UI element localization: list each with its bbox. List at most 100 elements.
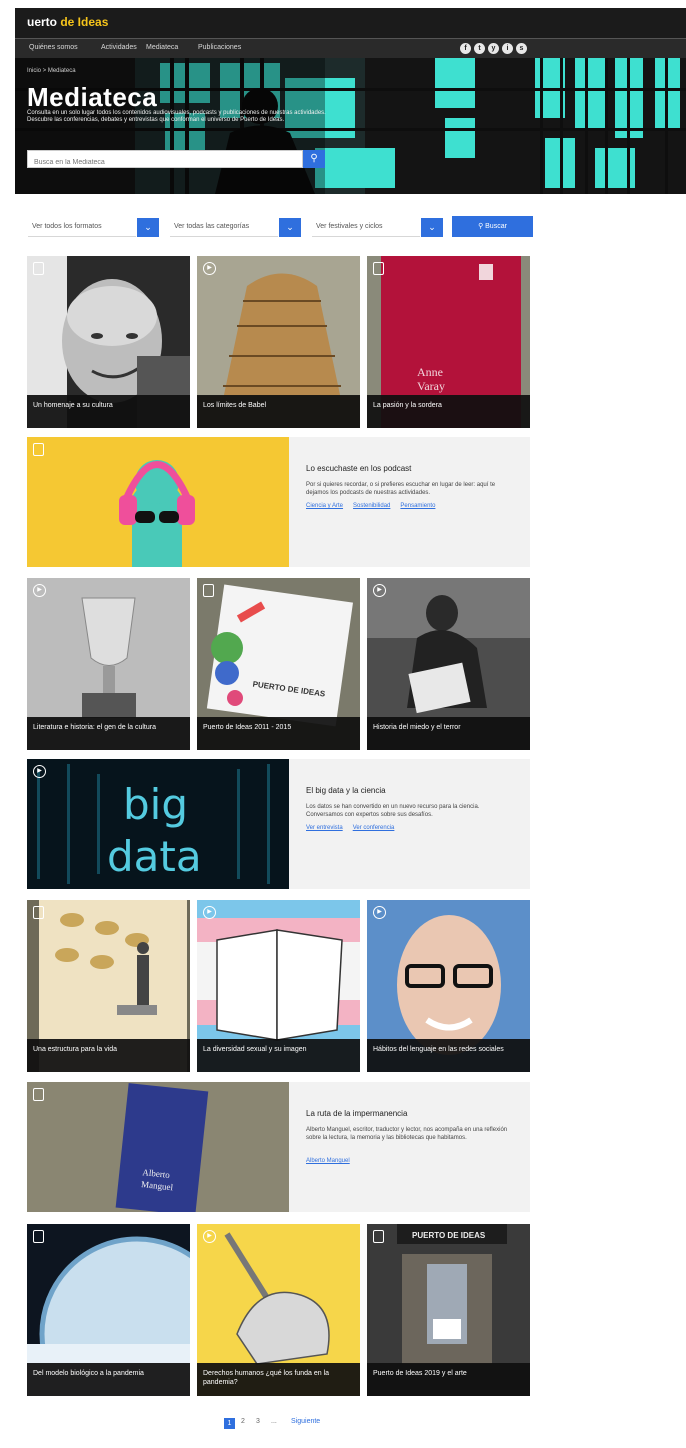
- media-card[interactable]: ▶ Literatura e historia: el gen de la cu…: [27, 578, 190, 750]
- search-button[interactable]: ⚲: [303, 150, 325, 168]
- svg-text:Varay: Varay: [417, 379, 445, 393]
- feature-card[interactable]: Lo escuchaste en los podcast Por si quie…: [27, 437, 530, 567]
- play-icon: ▶: [203, 906, 216, 919]
- format-filter[interactable]: Ver todos los formatos: [28, 218, 136, 237]
- document-icon: [33, 262, 44, 275]
- search-input[interactable]: [28, 154, 302, 171]
- pagination-next[interactable]: Siguiente: [291, 1418, 320, 1425]
- feature-title: El big data y la ciencia: [306, 786, 386, 795]
- festival-filter-dropdown-button[interactable]: ⌄: [421, 218, 443, 237]
- nav-publicaciones[interactable]: Publicaciones: [198, 44, 241, 51]
- feature-links: Alberto Manguel: [306, 1158, 360, 1164]
- top-bar: uerto de Ideas: [15, 8, 686, 38]
- media-card[interactable]: ▶ Los límites de Babel: [197, 256, 360, 428]
- document-icon: [33, 1088, 44, 1101]
- feature-link[interactable]: Ver entrevista: [306, 825, 343, 831]
- play-icon: ▶: [33, 584, 46, 597]
- pagination-page-3[interactable]: 3: [256, 1418, 260, 1425]
- site-logo[interactable]: uerto de Ideas: [27, 15, 108, 29]
- document-icon: [373, 262, 384, 275]
- hero-banner: Inicio > Mediateca Mediateca Consulta en…: [15, 58, 686, 194]
- format-filter-dropdown-button[interactable]: ⌄: [137, 218, 159, 237]
- category-filter-dropdown-button[interactable]: ⌄: [279, 218, 301, 237]
- document-icon: [373, 1230, 384, 1243]
- media-card[interactable]: Un homenaje a su cultura: [27, 256, 190, 428]
- play-icon: ▶: [203, 262, 216, 275]
- play-icon: ▶: [33, 765, 46, 778]
- feature-link[interactable]: Sostenibilidad: [353, 503, 390, 509]
- filter-search-label: Buscar: [485, 223, 507, 230]
- card-title: Puerto de Ideas 2019 y el arte: [367, 1363, 530, 1396]
- filter-search-button[interactable]: ⚲ Buscar: [452, 216, 533, 237]
- festival-filter-label: Ver festivales y ciclos: [316, 223, 383, 230]
- card-title: Una estructura para la vida: [27, 1039, 190, 1072]
- feature-description: Por si quieres recordar, o si prefieres …: [306, 482, 496, 496]
- svg-text:PUERTO DE IDEAS: PUERTO DE IDEAS: [412, 1231, 486, 1240]
- feature-link[interactable]: Alberto Manguel: [306, 1158, 350, 1164]
- document-icon: [33, 443, 44, 456]
- media-card[interactable]: ▶ Hábitos del lenguaje en las redes soci…: [367, 900, 530, 1072]
- pagination-page-2[interactable]: 2: [241, 1418, 245, 1425]
- main-nav: Quiénes somos Actividades Mediateca Publ…: [15, 38, 686, 58]
- document-icon: [33, 906, 44, 919]
- hero-background-image: [15, 58, 686, 194]
- feature-title: La ruta de la impermanencia: [306, 1109, 408, 1118]
- feature-description: Alberto Manguel, escritor, traductor y l…: [306, 1127, 508, 1141]
- document-icon: [33, 1230, 44, 1243]
- feature-image-blue-book: Alberto Manguel: [27, 1082, 289, 1212]
- svg-text:Anne: Anne: [417, 365, 443, 379]
- feature-link[interactable]: Pensamiento: [400, 503, 435, 509]
- category-filter[interactable]: Ver todas las categorías: [170, 218, 278, 237]
- card-title: Literatura e historia: el gen de la cult…: [27, 717, 190, 750]
- search-icon: ⚲: [310, 153, 318, 164]
- feature-card[interactable]: big data ▶ El big data y la ciencia Los …: [27, 759, 530, 889]
- media-card[interactable]: ▶ Historia del miedo y el terror: [367, 578, 530, 750]
- play-icon: ▶: [373, 906, 386, 919]
- card-title: Derechos humanos ¿qué los funda en la pa…: [197, 1363, 360, 1396]
- format-filter-label: Ver todos los formatos: [32, 223, 102, 230]
- pagination-ellipsis: ...: [271, 1418, 277, 1425]
- category-filter-label: Ver todas las categorías: [174, 223, 250, 230]
- pagination-page-1[interactable]: 1: [224, 1418, 235, 1429]
- breadcrumb[interactable]: Inicio > Mediateca: [27, 68, 76, 74]
- facebook-icon[interactable]: f: [460, 43, 471, 54]
- instagram-icon[interactable]: i: [502, 43, 513, 54]
- card-title: La diversidad sexual y su imagen: [197, 1039, 360, 1072]
- media-card[interactable]: ▶ Derechos humanos ¿qué los funda en la …: [197, 1224, 360, 1396]
- media-card[interactable]: Anne Varay La pasión y la sordera: [367, 256, 530, 428]
- play-icon: ▶: [373, 584, 386, 597]
- card-title: Del modelo biológico a la pandemia: [27, 1363, 190, 1396]
- play-icon: ▶: [203, 1230, 216, 1243]
- card-title: Hábitos del lenguaje en las redes social…: [367, 1039, 530, 1072]
- media-card[interactable]: ▶ La diversidad sexual y su imagen: [197, 900, 360, 1072]
- svg-text:data: data: [107, 832, 202, 881]
- feature-link[interactable]: Ciencia y Arte: [306, 503, 343, 509]
- page: uerto de Ideas Quiénes somos Actividades…: [0, 0, 686, 1448]
- twitter-icon[interactable]: t: [474, 43, 485, 54]
- card-title: Historia del miedo y el terror: [367, 717, 530, 750]
- card-title: Un homenaje a su cultura: [27, 395, 190, 428]
- media-card[interactable]: Del modelo biológico a la pandemia: [27, 1224, 190, 1396]
- feature-image-big-data: big data: [27, 759, 289, 889]
- chevron-down-icon: ⌄: [286, 222, 294, 232]
- spotify-icon[interactable]: s: [516, 43, 527, 54]
- media-card[interactable]: PUERTO DE IDEAS Puerto de Ideas 2019 y e…: [367, 1224, 530, 1396]
- media-card[interactable]: Una estructura para la vida: [27, 900, 190, 1072]
- document-icon: [203, 584, 214, 597]
- nav-mediateca[interactable]: Mediateca: [146, 44, 178, 51]
- search-field[interactable]: [27, 150, 303, 171]
- chevron-down-icon: ⌄: [428, 222, 436, 232]
- feature-link[interactable]: Ver conferencia: [353, 825, 395, 831]
- hero-description: Consulta en un solo lugar todos los cont…: [27, 110, 326, 123]
- nav-quienes-somos[interactable]: Quiénes somos: [29, 44, 78, 51]
- feature-image-headphones: [27, 437, 289, 567]
- chevron-down-icon: ⌄: [144, 222, 152, 232]
- card-title: La pasión y la sordera: [367, 395, 530, 428]
- media-card[interactable]: PUERTO DE IDEAS Puerto de Ideas 2011 - 2…: [197, 578, 360, 750]
- feature-links: Ver entrevista Ver conferencia: [306, 825, 404, 831]
- feature-card[interactable]: Alberto Manguel La ruta de la impermanen…: [27, 1082, 530, 1212]
- feature-description: Los datos se han convertido en un nuevo …: [306, 804, 480, 818]
- festival-filter[interactable]: Ver festivales y ciclos: [312, 218, 420, 237]
- youtube-icon[interactable]: y: [488, 43, 499, 54]
- nav-actividades[interactable]: Actividades: [101, 44, 137, 51]
